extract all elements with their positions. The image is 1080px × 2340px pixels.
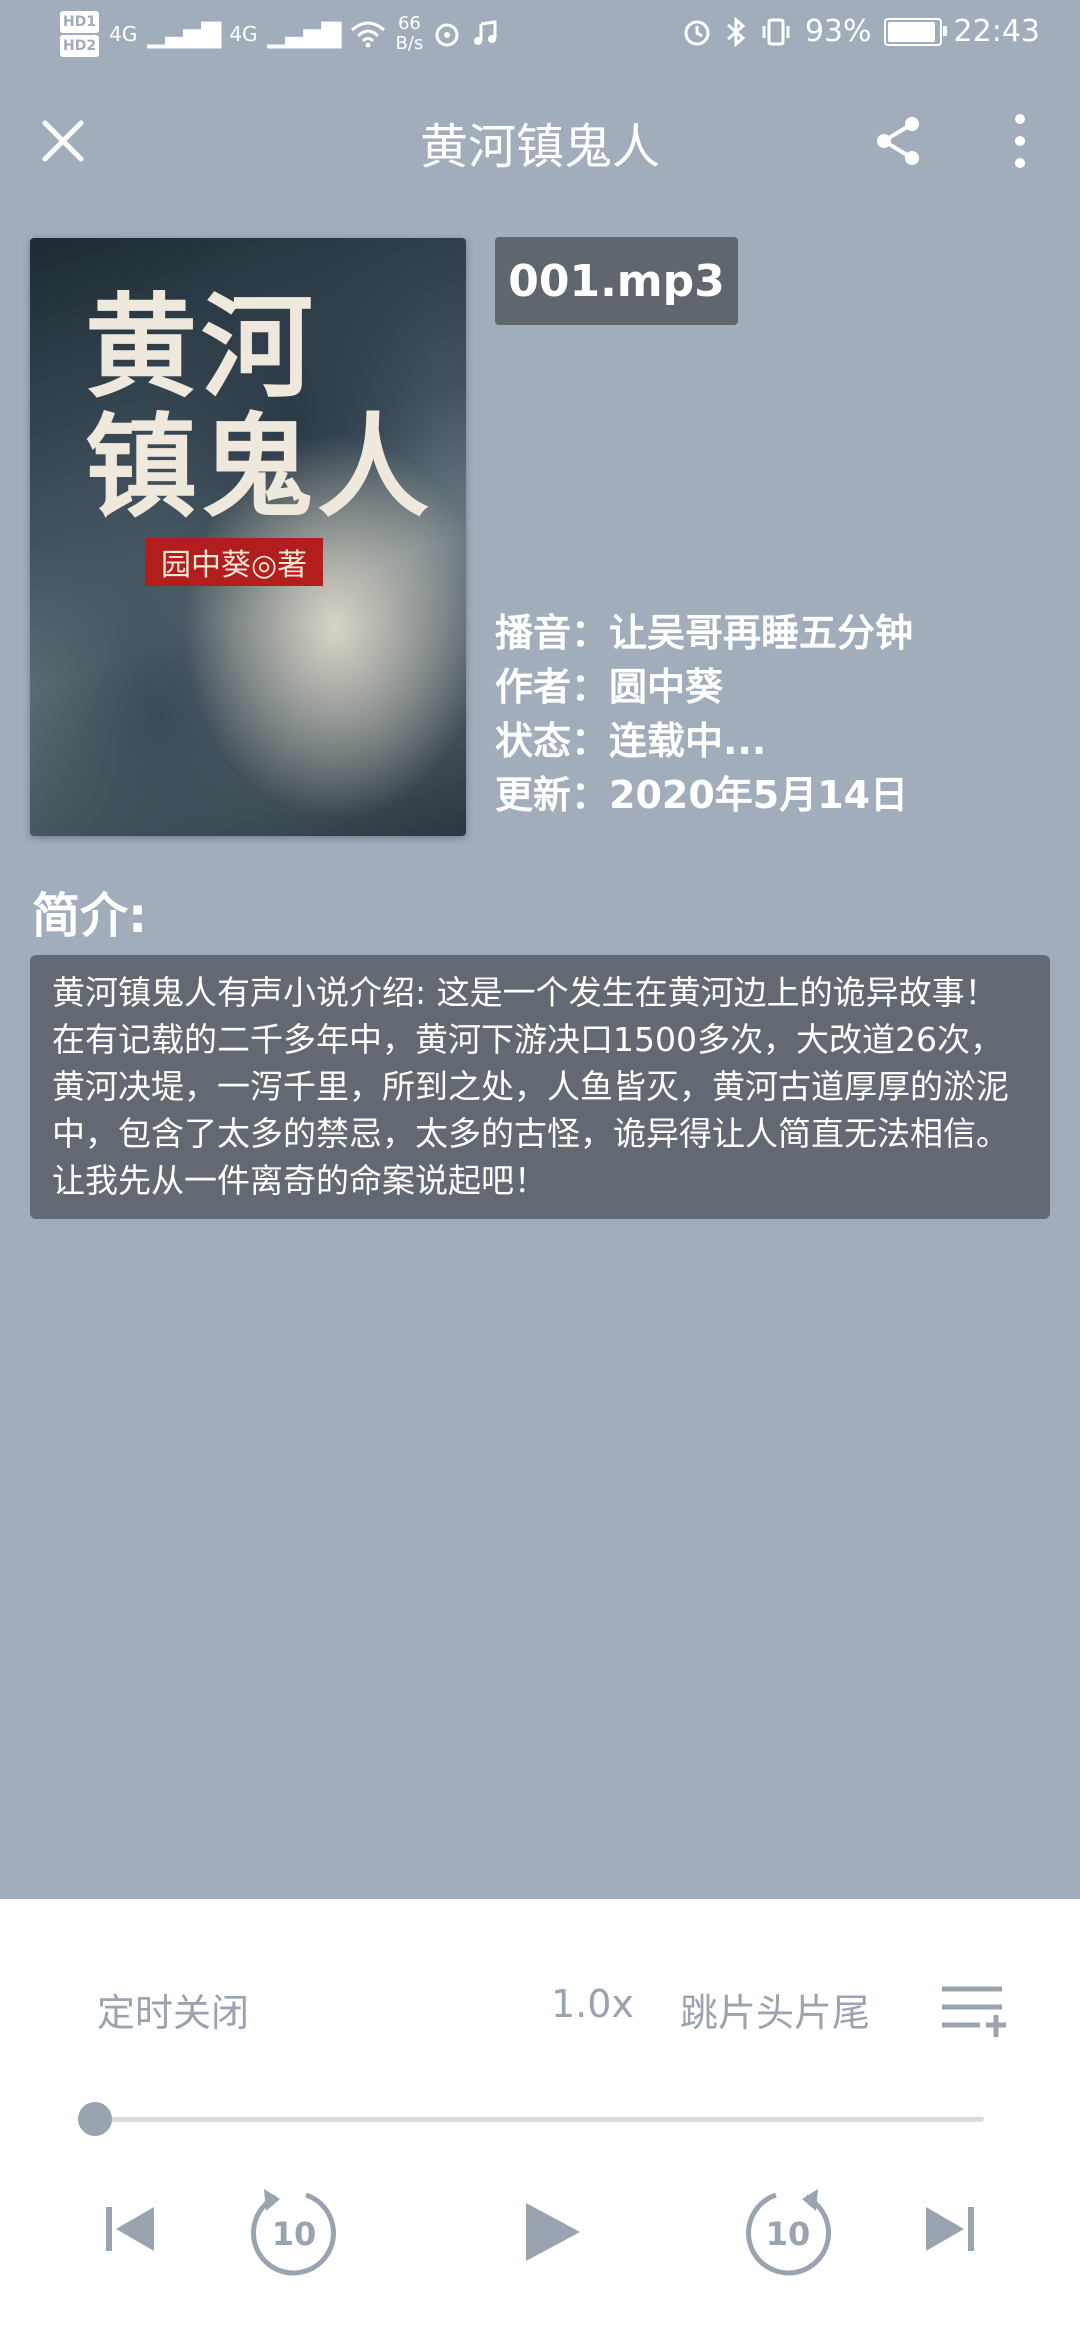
forward-10-button[interactable]: 10 bbox=[740, 2185, 836, 2281]
intro-heading: 简介: bbox=[32, 888, 148, 944]
hd1-badge: HD1 bbox=[60, 11, 100, 33]
net-speed-value: 66 bbox=[397, 13, 421, 34]
hd2-badge: HD2 bbox=[60, 35, 100, 57]
status-right: 93% 22:43 bbox=[681, 14, 1040, 49]
cover-author-seal: 园中葵◎著 bbox=[145, 538, 324, 586]
battery-percent: 93% bbox=[804, 14, 872, 49]
author-text: 作者：圆中葵 bbox=[495, 665, 724, 709]
narrator-text: 播音：让吴哥再睡五分钟 bbox=[495, 611, 914, 655]
hd-badges: HD1 HD2 bbox=[60, 10, 100, 58]
previous-icon[interactable] bbox=[100, 2199, 160, 2259]
updated-text: 更新：2020年5月14日 bbox=[495, 773, 909, 817]
file-name-badge: 001.mp3 bbox=[495, 237, 738, 325]
forward-seconds: 10 bbox=[765, 2215, 811, 2253]
status-bar: HD1 HD2 4G ▁▃▅▇ 4G ▁▃▅▇ 66 B/s 93% 22:43 bbox=[0, 0, 1080, 75]
netease-music-icon bbox=[435, 23, 459, 47]
cover-title-line2: 镇鬼人 bbox=[85, 402, 433, 533]
cover-title-line1: 黄河 bbox=[85, 282, 317, 413]
top-bar: 黄河镇鬼人 bbox=[0, 95, 1080, 185]
battery-icon bbox=[883, 17, 947, 46]
wifi-icon bbox=[350, 21, 385, 48]
cover-title: 黄河 镇鬼人 bbox=[85, 288, 433, 528]
next-icon[interactable] bbox=[920, 2199, 980, 2259]
sleep-timer-button[interactable]: 定时关闭 bbox=[97, 1982, 249, 2037]
rewind-10-button[interactable]: 10 bbox=[246, 2185, 342, 2281]
intro-text: 黄河镇鬼人有声小说介绍: 这是一个发生在黄河边上的诡异故事！在有记载的二千多年中… bbox=[30, 955, 1050, 1219]
network-label-2: 4G bbox=[229, 22, 258, 46]
book-meta: 播音：让吴哥再睡五分钟 作者：圆中葵 状态：连载中... 更新：2020年5月1… bbox=[495, 606, 913, 822]
play-icon[interactable] bbox=[520, 2199, 586, 2265]
player-panel: 定时关闭 1.0x 跳片头片尾 10 10 bbox=[0, 1899, 1080, 2340]
alarm-icon bbox=[684, 20, 710, 45]
net-speed-unit: B/s bbox=[395, 33, 424, 54]
network-label-1: 4G bbox=[109, 22, 138, 46]
progress-thumb[interactable] bbox=[78, 2102, 112, 2136]
vibrate-icon bbox=[762, 18, 790, 45]
share-icon[interactable] bbox=[868, 111, 928, 171]
book-cover: 黄河 镇鬼人 园中葵◎著 bbox=[30, 238, 466, 836]
net-speed: 66 B/s bbox=[396, 14, 424, 54]
status-left: HD1 HD2 4G ▁▃▅▇ 4G ▁▃▅▇ 66 B/s bbox=[60, 10, 499, 58]
signal-icon-2: ▁▃▅▇ bbox=[267, 19, 342, 49]
skip-intro-outro-button[interactable]: 跳片头片尾 bbox=[680, 1982, 870, 2037]
bluetooth-icon bbox=[726, 16, 746, 47]
playlist-add-icon[interactable] bbox=[940, 1981, 1006, 2041]
progress-track[interactable] bbox=[94, 2117, 984, 2122]
clock: 22:43 bbox=[953, 14, 1040, 49]
signal-icon-1: ▁▃▅▇ bbox=[147, 19, 221, 49]
status-text: 状态：连载中... bbox=[495, 719, 767, 763]
rewind-seconds: 10 bbox=[271, 2215, 317, 2253]
music-note-icon bbox=[474, 20, 497, 45]
playback-speed-button[interactable]: 1.0x bbox=[551, 1982, 634, 2026]
more-icon[interactable] bbox=[1000, 107, 1040, 175]
battery-fill bbox=[887, 21, 935, 42]
